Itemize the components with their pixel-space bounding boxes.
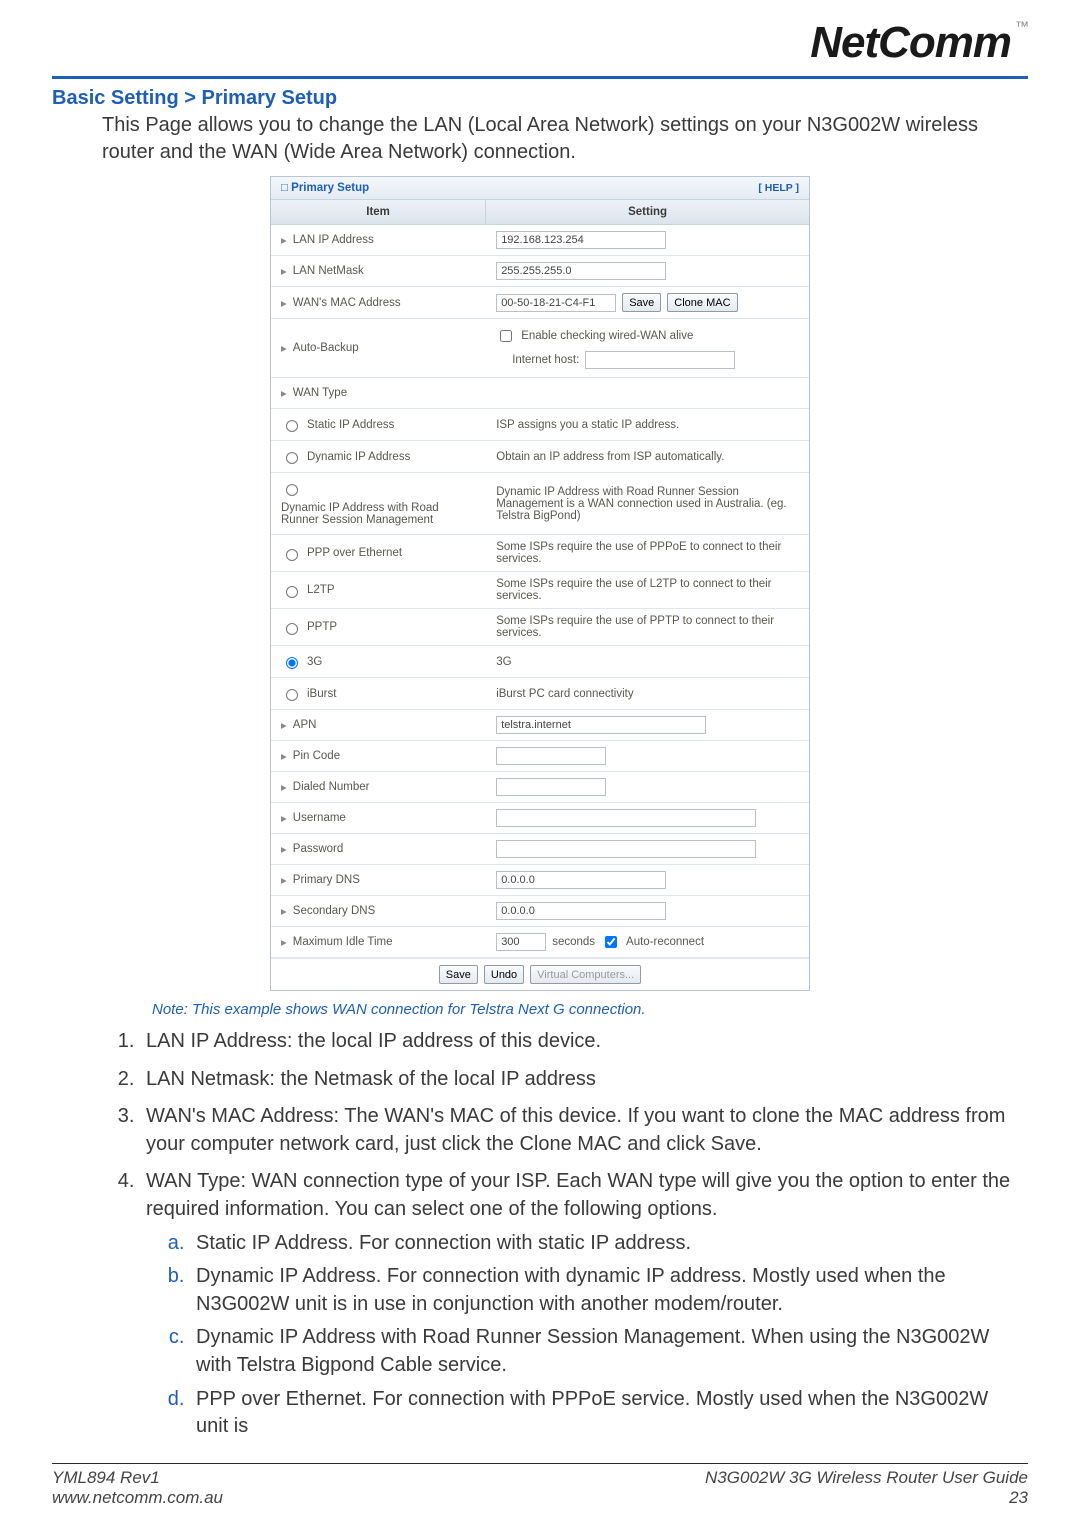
list-item: PPP over Ethernet. For connection with P…: [190, 1386, 1024, 1441]
wan-desc: Dynamic IP Address with Road Runner Sess…: [496, 486, 799, 522]
idle-unit: seconds: [552, 936, 595, 948]
caret-icon: ▸: [281, 842, 287, 856]
row-label-user: Username: [293, 812, 346, 824]
divider-top: [52, 76, 1028, 79]
row-label-dialed: Dialed Number: [293, 781, 370, 793]
username-input[interactable]: [496, 809, 756, 827]
caret-icon: ▸: [281, 780, 287, 794]
wired-wan-checkbox[interactable]: [500, 330, 512, 342]
caret-icon: ▸: [281, 341, 287, 355]
wan-desc: 3G: [496, 656, 511, 668]
wan-radio-label: Static IP Address: [307, 419, 394, 431]
wan-radio-3g[interactable]: [286, 657, 298, 669]
row-label-lan-ip: LAN IP Address: [293, 234, 374, 246]
save-button[interactable]: Save: [439, 965, 478, 984]
footer-title: N3G002W 3G Wireless Router User Guide: [705, 1468, 1028, 1488]
caret-icon: ▸: [281, 386, 287, 400]
row-label-pass: Password: [293, 843, 344, 855]
wan-radio-label: iBurst: [307, 688, 336, 700]
row-label-auto-backup: Auto-Backup: [293, 342, 359, 354]
wan-radio-label: PPTP: [307, 621, 337, 633]
wan-radio-static[interactable]: [286, 420, 298, 432]
list-item: Dynamic IP Address. For connection with …: [190, 1263, 1024, 1318]
help-link[interactable]: [ HELP ]: [758, 182, 799, 194]
auto-reconnect-checkbox[interactable]: [605, 936, 617, 948]
wan-radio-roadrunner[interactable]: [286, 484, 298, 496]
wan-mac-input[interactable]: [496, 294, 616, 312]
footer-url: www.netcomm.com.au: [52, 1488, 223, 1508]
caret-icon: ▸: [281, 904, 287, 918]
mac-save-button[interactable]: Save: [622, 293, 661, 312]
clone-mac-button[interactable]: Clone MAC: [667, 293, 737, 312]
pin-input[interactable]: [496, 747, 606, 765]
wan-radio-label: L2TP: [307, 584, 335, 596]
wan-desc: ISP assigns you a static IP address.: [496, 419, 679, 431]
list-item: Dynamic IP Address with Road Runner Sess…: [190, 1324, 1024, 1379]
lan-mask-input[interactable]: [496, 262, 666, 280]
primary-setup-panel: □ Primary Setup [ HELP ] Item Setting ▸ L…: [270, 176, 810, 991]
list-item: WAN's MAC Address: The WAN's MAC of this…: [140, 1103, 1024, 1158]
row-label-lan-mask: LAN NetMask: [293, 265, 364, 277]
lan-ip-input[interactable]: [496, 231, 666, 249]
wan-radio-pptp[interactable]: [286, 623, 298, 635]
row-label-wan-mac: WAN's MAC Address: [293, 297, 401, 309]
page-number: 23: [705, 1488, 1028, 1508]
brand-tm: ™: [1015, 18, 1028, 34]
caret-icon: ▸: [281, 233, 287, 247]
lead-paragraph: This Page allows you to change the LAN (…: [102, 112, 1028, 166]
caret-icon: ▸: [281, 873, 287, 887]
caret-icon: ▸: [281, 935, 287, 949]
wan-desc: iBurst PC card connectivity: [496, 688, 633, 700]
wan-radio-label: Dynamic IP Address: [307, 451, 410, 463]
list-item: Static IP Address. For connection with s…: [190, 1230, 1024, 1258]
list-item: WAN Type: WAN connection type of your IS…: [140, 1168, 1024, 1440]
wan-radio-l2tp[interactable]: [286, 586, 298, 598]
caret-icon: ▸: [281, 718, 287, 732]
brand-logo: NetComm™: [52, 18, 1028, 68]
caret-icon: ▸: [281, 296, 287, 310]
column-header-item: Item: [271, 200, 486, 224]
wan-radio-label: PPP over Ethernet: [307, 547, 402, 559]
row-label-sdns: Secondary DNS: [293, 905, 375, 917]
wan-desc: Some ISPs require the use of PPPoE to co…: [496, 541, 799, 565]
list-item: LAN IP Address: the local IP address of …: [140, 1028, 1024, 1056]
wan-desc: Some ISPs require the use of PPTP to con…: [496, 615, 799, 639]
column-header-setting: Setting: [486, 200, 809, 224]
dialed-input[interactable]: [496, 778, 606, 796]
section-title: Basic Setting > Primary Setup: [52, 87, 1028, 110]
example-note: Note: This example shows WAN connection …: [152, 1001, 1028, 1018]
row-label-pdns: Primary DNS: [293, 874, 360, 886]
wan-radio-dynamic[interactable]: [286, 452, 298, 464]
virtual-computers-button[interactable]: Virtual Computers...: [530, 965, 641, 984]
row-label-wan-type: WAN Type: [293, 387, 347, 399]
list-item: LAN Netmask: the Netmask of the local IP…: [140, 1066, 1024, 1094]
wan-radio-label: Dynamic IP Address with Road Runner Sess…: [281, 502, 476, 526]
internet-host-label: Internet host:: [512, 354, 579, 366]
row-label-pin: Pin Code: [293, 750, 340, 762]
panel-title: □ Primary Setup: [281, 182, 369, 194]
auto-reconnect-label: Auto-reconnect: [626, 936, 704, 948]
wan-radio-label: 3G: [307, 656, 322, 668]
ordered-sublist: Static IP Address. For connection with s…: [164, 1230, 1024, 1441]
caret-icon: ▸: [281, 749, 287, 763]
idle-time-input[interactable]: [496, 933, 546, 951]
brand-name: NetComm: [810, 18, 1011, 67]
secondary-dns-input[interactable]: [496, 902, 666, 920]
row-label-apn: APN: [293, 719, 317, 731]
row-label-idle: Maximum Idle Time: [293, 936, 393, 948]
undo-button[interactable]: Undo: [484, 965, 524, 984]
wired-wan-label: Enable checking wired-WAN alive: [521, 330, 693, 342]
wan-radio-pppoe[interactable]: [286, 549, 298, 561]
password-input[interactable]: [496, 840, 756, 858]
wan-desc: Obtain an IP address from ISP automatica…: [496, 451, 724, 463]
apn-input[interactable]: [496, 716, 706, 734]
caret-icon: ▸: [281, 264, 287, 278]
caret-icon: ▸: [281, 811, 287, 825]
ordered-list: LAN IP Address: the local IP address of …: [114, 1028, 1028, 1441]
wan-desc: Some ISPs require the use of L2TP to con…: [496, 578, 799, 602]
internet-host-input[interactable]: [585, 351, 735, 369]
wan-radio-iburst[interactable]: [286, 689, 298, 701]
footer-doc-rev: YML894 Rev1: [52, 1468, 223, 1488]
primary-dns-input[interactable]: [496, 871, 666, 889]
